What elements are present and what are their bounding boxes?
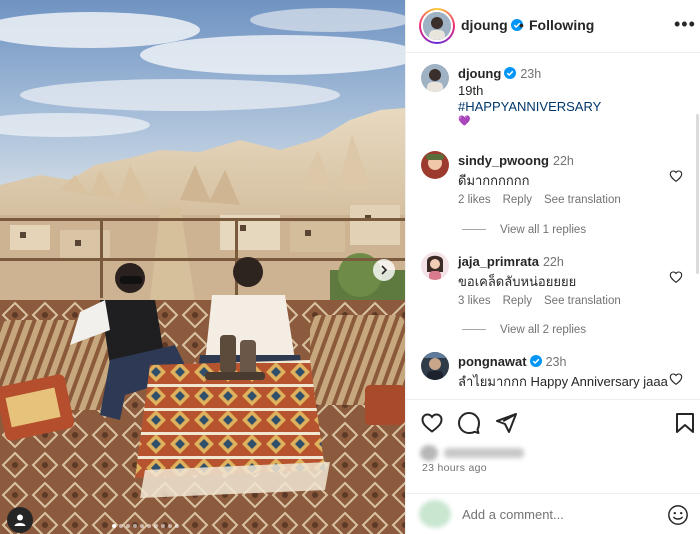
avatar-photo <box>421 151 449 179</box>
commenter-avatar[interactable] <box>421 252 449 280</box>
comment-username[interactable]: pongnawat 23h <box>458 354 566 369</box>
tagged-users-button[interactable] <box>7 507 33 533</box>
caption-username[interactable]: djoung 23h <box>458 66 541 81</box>
slide-dot <box>112 524 116 528</box>
comment-icon[interactable] <box>457 411 481 435</box>
post-side-panel: djoung • Following ••• djoung 23h 19th #H… <box>405 0 700 534</box>
commenter-avatar[interactable] <box>421 352 449 380</box>
save-bookmark-icon[interactable] <box>673 411 697 435</box>
post-header: djoung • Following ••• <box>406 0 700 53</box>
emoji-icon[interactable] <box>667 504 689 526</box>
chevron-right-icon <box>381 265 388 275</box>
slide-dot <box>126 524 130 528</box>
slide-dot <box>168 524 172 528</box>
like-comment-heart-icon[interactable] <box>669 372 683 386</box>
comment-text: ขอเคล็ดลับหน่อยยยย <box>458 274 577 289</box>
add-comment-bar <box>406 493 700 534</box>
caption-time: 23h <box>520 67 542 81</box>
comment-time: 22h <box>553 154 574 168</box>
slide-dot <box>175 524 179 528</box>
comment-username-text[interactable]: pongnawat <box>458 354 527 369</box>
post-photo <box>0 0 405 534</box>
comment-time: 22h <box>542 255 564 269</box>
comment-username[interactable]: jaja_primrata 22h <box>458 254 564 269</box>
slide-dot <box>147 524 151 528</box>
more-options-icon[interactable]: ••• <box>674 14 696 35</box>
author-username[interactable]: djoung <box>461 17 523 33</box>
comment-username[interactable]: sindy_pwoong 22h <box>458 153 574 168</box>
view-replies-button[interactable]: View all 2 replies <box>462 324 586 336</box>
caption-line: 19th <box>458 83 484 98</box>
caption-emoji: 💜 <box>458 116 471 127</box>
slide-dot <box>133 524 137 528</box>
like-comment-heart-icon[interactable] <box>669 169 683 183</box>
post-actions: 23 hours ago <box>406 399 700 534</box>
header-separator: • <box>519 17 524 33</box>
caption-username-text[interactable]: djoung <box>458 66 501 81</box>
avatar-photo <box>421 64 449 92</box>
comments-scrollbar[interactable] <box>696 114 699 274</box>
author-username-text[interactable]: djoung <box>461 17 508 33</box>
comment-meta: 3 likes Reply See translation <box>458 295 621 307</box>
reply-button[interactable]: Reply <box>503 194 532 206</box>
slide-dot <box>161 524 165 528</box>
like-heart-icon[interactable] <box>420 411 444 435</box>
share-icon[interactable] <box>494 411 518 435</box>
user-icon <box>14 514 26 526</box>
slide-dot <box>154 524 158 528</box>
comment-username-text[interactable]: jaja_primrata <box>458 254 539 269</box>
slide-dot <box>140 524 144 528</box>
add-comment-input[interactable] <box>462 507 652 522</box>
comment-time: 23h <box>545 355 567 369</box>
caption-hashtag[interactable]: #HAPPYANNIVERSARY <box>458 99 601 114</box>
comment-meta: 2 likes Reply See translation <box>458 194 621 206</box>
comment-likes[interactable]: 3 likes <box>458 295 491 307</box>
verified-icon <box>529 355 542 367</box>
current-user-avatar <box>419 500 451 528</box>
following-button[interactable]: Following <box>529 17 594 33</box>
comment-username-text[interactable]: sindy_pwoong <box>458 153 549 168</box>
next-slide-button[interactable] <box>373 259 395 281</box>
see-translation-button[interactable]: See translation <box>544 194 621 206</box>
like-comment-heart-icon[interactable] <box>669 270 683 284</box>
avatar-photo <box>421 352 449 380</box>
avatar-photo <box>421 252 449 280</box>
comment-text: ดีมากกกกกก <box>458 173 530 188</box>
slide-dot <box>119 524 123 528</box>
see-translation-button[interactable]: See translation <box>544 295 621 307</box>
reply-button[interactable]: Reply <box>503 295 532 307</box>
comment-likes[interactable]: 2 likes <box>458 194 491 206</box>
author-avatar[interactable] <box>419 8 455 44</box>
comment-text: ลำไยมากกก Happy Anniversary jaaa <box>458 374 668 389</box>
post-time-ago: 23 hours ago <box>422 462 487 474</box>
view-replies-button[interactable]: View all 1 replies <box>462 224 586 236</box>
photo-scene <box>0 0 405 534</box>
comments-list: djoung 23h 19th #HAPPYANNIVERSARY 💜 sindy… <box>406 54 700 399</box>
avatar-photo <box>423 12 451 40</box>
caption-avatar[interactable] <box>421 64 449 92</box>
verified-icon <box>504 67 517 79</box>
commenter-avatar[interactable] <box>421 151 449 179</box>
likes-count-blurred <box>420 445 530 461</box>
slide-indicator <box>112 524 179 528</box>
